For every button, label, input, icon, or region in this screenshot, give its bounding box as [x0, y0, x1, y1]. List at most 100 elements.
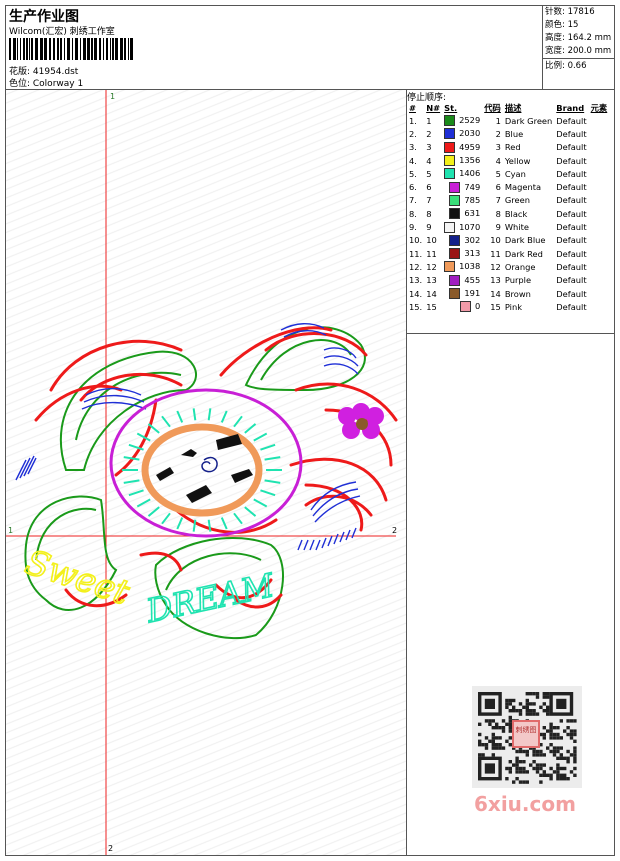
- color-swatch: [444, 128, 456, 140]
- row-description: Yellow: [504, 155, 531, 166]
- row-index: 2.: [409, 128, 417, 139]
- row-index: 5.: [409, 168, 417, 179]
- row-description: Magenta: [504, 182, 542, 193]
- row-element: [589, 207, 610, 220]
- sheet-header: 生产作业图 Wilcom(汇宏) 刺绣工作室 花版: 41954.dst 色位:…: [6, 6, 615, 90]
- row-code: 14: [490, 288, 501, 299]
- row-description: Blue: [504, 128, 524, 139]
- stats-divider: [543, 58, 615, 59]
- color-swatch: [449, 234, 461, 246]
- row-index: 6.: [409, 182, 417, 193]
- stitch-count-value: 1070: [459, 221, 481, 232]
- row-code: 1: [495, 115, 501, 126]
- color-swatch: [449, 248, 461, 260]
- row-brand: Default: [556, 208, 587, 219]
- qr-code: 刺绣图: [472, 686, 582, 788]
- row-brand: Default: [556, 235, 587, 246]
- row-brand: Default: [556, 115, 587, 126]
- row-needle: 14: [426, 288, 437, 299]
- stitch-count-value: 749: [464, 181, 481, 192]
- company-name: Wilcom(汇宏) 刺绣工作室: [9, 27, 115, 37]
- color-sequence-panel: 停止顺序: # N# St. 代码 描述 Brand 元素 1. 1 2529 1 Da…: [407, 90, 614, 855]
- row-description: White: [504, 222, 529, 233]
- row-index: 10.: [409, 235, 423, 246]
- embroidery-artwork: 1 1 2 2 Sweet DREAM: [6, 90, 398, 855]
- row-element: [589, 234, 610, 247]
- row-element: [589, 247, 610, 260]
- row-brand: Default: [556, 168, 587, 179]
- table-row: 11. 11 313 11 Dark Red Default: [407, 247, 609, 260]
- table-row: 7. 7 785 7 Green Default: [407, 194, 609, 207]
- row-description: Dark Red: [504, 248, 543, 259]
- row-stitches: 1038: [442, 260, 482, 273]
- table-header-row: # N# St. 代码 描述 Brand 元素: [407, 101, 609, 114]
- row-brand: Default: [556, 301, 587, 312]
- row-stitches: 1356: [442, 154, 482, 167]
- color-count: 颜色: 15: [545, 20, 579, 30]
- row-stitches: 191: [442, 287, 482, 300]
- row-index: 8.: [409, 208, 417, 219]
- table-row: 10. 10 302 10 Dark Blue Default: [407, 234, 609, 247]
- col-header-description: 描述: [504, 102, 522, 113]
- row-code: 6: [495, 182, 501, 193]
- row-code: 11: [490, 248, 501, 259]
- row-code: 3: [495, 142, 501, 153]
- row-code: 8: [495, 208, 501, 219]
- row-description: Green: [504, 195, 530, 206]
- design-width: 宽度: 200.0 mm: [545, 46, 612, 56]
- color-swatch: [444, 168, 456, 180]
- color-swatch: [449, 288, 461, 299]
- row-stitches: 4959: [442, 141, 482, 154]
- color-swatch: [444, 155, 456, 167]
- magenta-flower: [338, 403, 384, 439]
- row-needle: 5: [426, 168, 432, 179]
- row-element: [589, 114, 610, 127]
- row-description: Dark Blue: [504, 235, 546, 246]
- row-element: [589, 287, 610, 300]
- row-code: 2: [495, 128, 501, 139]
- stitch-count-value: 4959: [459, 141, 481, 152]
- colorway-label: 色位: Colorway 1: [9, 79, 84, 89]
- row-needle: 11: [426, 248, 437, 259]
- stitch-count-value: 455: [464, 274, 481, 285]
- row-stitches: 302: [442, 234, 482, 247]
- design-preview: 1 1 2 2 Sweet DREAM: [6, 90, 407, 855]
- stitch-count-value: 2030: [459, 128, 481, 139]
- row-code: 4: [495, 155, 501, 166]
- table-row: 1. 1 2529 1 Dark Green Default: [407, 114, 609, 127]
- row-needle: 2: [426, 128, 432, 139]
- table-row: 14. 14 191 14 Brown Default: [407, 287, 609, 300]
- row-description: Brown: [504, 288, 531, 299]
- row-needle: 3: [426, 142, 432, 153]
- row-index: 14.: [409, 288, 423, 299]
- col-header-code: 代码: [484, 102, 501, 113]
- row-stitches: 749: [442, 180, 482, 193]
- row-needle: 7: [426, 195, 432, 206]
- row-needle: 1: [426, 115, 432, 126]
- color-swatch: [444, 261, 456, 273]
- stitch-count-value: 785: [464, 194, 481, 205]
- color-swatch: [444, 221, 456, 233]
- table-row: 13. 13 455 13 Purple Default: [407, 274, 609, 287]
- stitch-count-value: 313: [464, 248, 481, 259]
- stitch-count-value: 1406: [459, 168, 481, 179]
- row-description: Black: [504, 208, 528, 219]
- row-code: 12: [490, 261, 501, 272]
- row-brand: Default: [556, 155, 587, 166]
- face-features: [156, 434, 253, 503]
- color-sequence-table: # N# St. 代码 描述 Brand 元素 1. 1 2529 1 Dark Gre…: [407, 101, 609, 313]
- col-header-element: 元素: [590, 102, 608, 113]
- row-stitches: 455: [442, 274, 482, 287]
- design-stats: 针数: 17816 颜色: 15 高度: 164.2 mm 宽度: 200.0 …: [542, 6, 615, 89]
- row-description: Purple: [504, 275, 532, 286]
- axis-label-top: 1: [110, 92, 115, 101]
- stitch-count-value: 191: [464, 288, 481, 298]
- row-index: 12.: [409, 261, 423, 272]
- col-header-stitches: St.: [444, 102, 458, 113]
- table-row: 15. 15 0 15 Pink Default: [407, 300, 609, 313]
- row-index: 4.: [409, 155, 417, 166]
- row-stitches: 313: [442, 247, 482, 260]
- stitch-count-value: 631: [464, 208, 481, 219]
- row-index: 1.: [409, 115, 417, 126]
- row-stitches: 1406: [442, 167, 482, 180]
